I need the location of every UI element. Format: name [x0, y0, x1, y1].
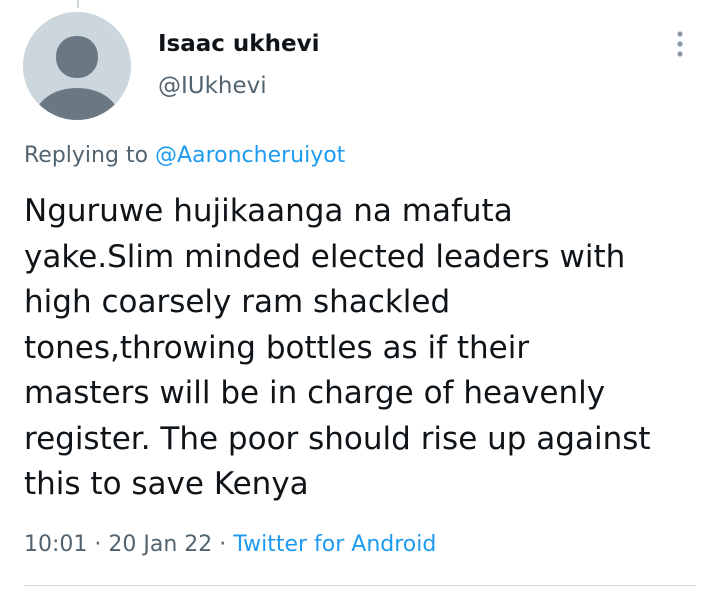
tweet-text-line: tones,throwing bottles as if their: [24, 329, 530, 366]
tweet-metadata: 10:01 · 20 Jan 22 · Twitter for Android: [24, 532, 436, 557]
meta-separator: ·: [94, 532, 102, 557]
replying-to-line: Replying to @Aaroncheruiyot: [24, 143, 345, 168]
thread-connector-line: [77, 0, 79, 8]
reply-mention-link[interactable]: @Aaroncheruiyot: [155, 143, 345, 168]
tweet-text-line: register. The poor should rise up agains…: [24, 420, 651, 457]
tweet-text-line: high coarsely ram shackled: [24, 284, 451, 320]
author-handle[interactable]: @IUkhevi: [158, 73, 267, 99]
tweet-text-line: masters will be in charge of heavenly: [24, 375, 606, 411]
tweet-text-line: Nguruwe hujikaanga na mafuta: [24, 193, 513, 229]
more-vertical-icon: [677, 31, 683, 57]
tweet-text-line: yake.Slim minded elected leaders with: [24, 238, 626, 275]
tweet-date[interactable]: 20 Jan 22: [108, 532, 212, 557]
tweet-time[interactable]: 10:01: [24, 532, 87, 557]
more-options-button[interactable]: [664, 28, 696, 62]
replying-to-label: Replying to: [24, 143, 149, 168]
avatar[interactable]: [23, 12, 131, 120]
tweet-text-line: this to save Kenya: [24, 466, 309, 502]
meta-separator: ·: [219, 532, 227, 557]
author-display-name[interactable]: Isaac ukhevi: [158, 31, 319, 57]
tweet-source-link[interactable]: Twitter for Android: [233, 532, 436, 557]
default-profile-icon: [23, 12, 131, 120]
tweet-text: Nguruwe hujikaanga na mafuta yake.Slim m…: [24, 189, 704, 508]
divider: [24, 585, 696, 586]
